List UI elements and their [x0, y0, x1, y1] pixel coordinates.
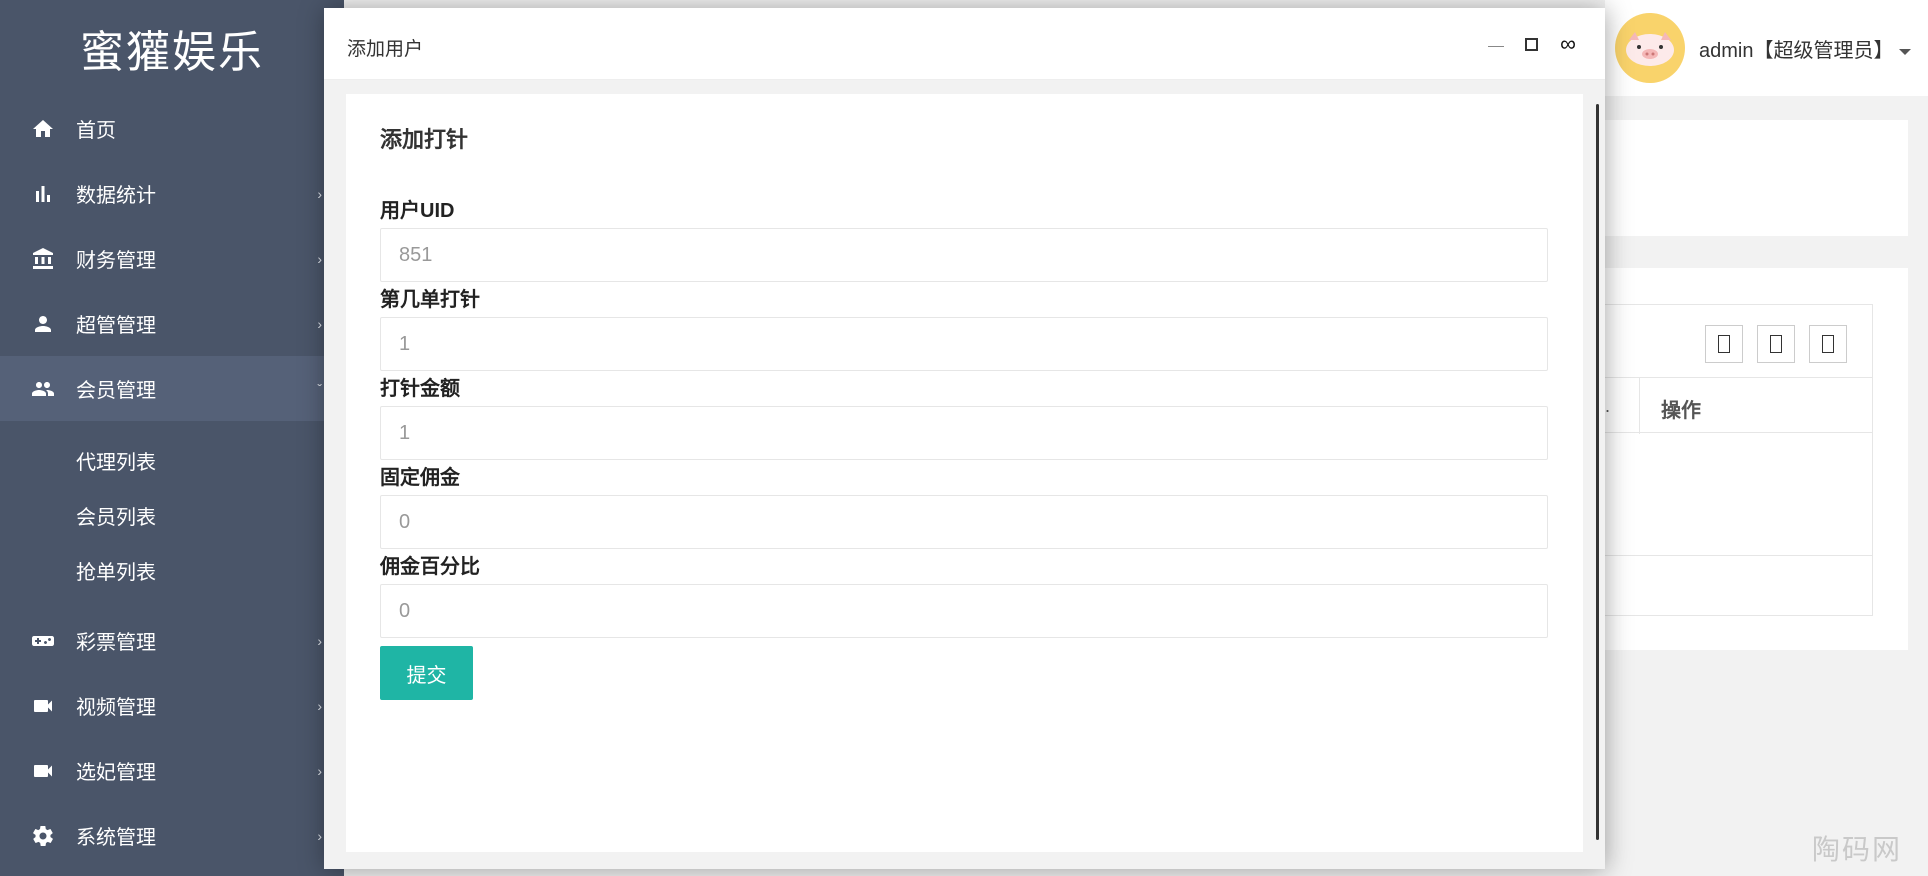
row-divider [1605, 555, 1873, 556]
amount-label: 打针金额 [380, 378, 460, 400]
sidebar-item-label: 系统管理 [76, 827, 156, 849]
table-tool-button[interactable] [1705, 325, 1743, 363]
sidebar-subitem-member-list[interactable]: 会员列表 [0, 488, 344, 543]
gear-icon [30, 823, 56, 849]
members-submenu: 代理列表 会员列表 抢单列表 [0, 421, 344, 608]
sidebar-item-label: 数据统计 [76, 185, 156, 207]
table-tool-button[interactable] [1757, 325, 1795, 363]
uid-label: 用户UID [380, 200, 455, 222]
columns-icon [1718, 335, 1730, 353]
sidebar-item-super-admin[interactable]: 超管管理 › [0, 291, 344, 356]
chevron-right-icon: › [317, 697, 322, 714]
video-icon [30, 693, 56, 719]
form-card: 添加打针 用户UID 第几单打针 打针金额 固定佣金 佣金百分比 提交 [346, 94, 1583, 852]
order-number-label: 第几单打针 [380, 289, 480, 311]
table-header-row: . 操作 [1605, 377, 1873, 434]
sidebar-item-members[interactable]: 会员管理 ˇ [0, 356, 344, 421]
minimize-button[interactable] [1486, 34, 1506, 54]
amount-input[interactable] [380, 406, 1548, 460]
watermark: 陶码网 [1812, 833, 1903, 866]
dialog-title-bar[interactable]: 添加用户 ∞ [324, 8, 1605, 80]
sidebar-item-label: 彩票管理 [76, 632, 156, 654]
sidebar-item-label: 超管管理 [76, 315, 156, 337]
chevron-right-icon: › [317, 827, 322, 844]
sidebar-item-label: 选妃管理 [76, 762, 156, 784]
chevron-right-icon: › [317, 632, 322, 649]
people-icon [30, 376, 56, 402]
sidebar-item-concubine[interactable]: 选妃管理 › [0, 738, 344, 803]
chevron-right-icon: › [317, 315, 322, 332]
add-user-dialog: 添加用户 ∞ 添加打针 用户UID 第几单打针 打针金额 固定佣金 佣金百分比 … [324, 8, 1605, 869]
person-icon [30, 311, 56, 337]
sidebar-item-videos[interactable]: 视频管理 › [0, 673, 344, 738]
home-icon [30, 116, 56, 142]
user-name-label: admin【超级管理员】 [1699, 40, 1894, 62]
sidebar-item-lottery[interactable]: 彩票管理 › [0, 608, 344, 673]
fixed-commission-input[interactable] [380, 495, 1548, 549]
print-icon [1822, 335, 1834, 353]
table-header-actions: 操作 [1661, 400, 1701, 422]
sidebar-item-label: 首页 [76, 120, 116, 142]
submit-button[interactable]: 提交 [380, 646, 473, 700]
minimize-icon [1488, 45, 1504, 47]
video-icon [30, 758, 56, 784]
sidebar-item-label: 视频管理 [76, 697, 156, 719]
maximize-button[interactable] [1521, 34, 1541, 54]
chevron-right-icon: › [317, 185, 322, 202]
commission-percent-input[interactable] [380, 584, 1548, 638]
pig-face-icon [1626, 32, 1674, 66]
sidebar: 蜜獾娱乐 首页 数据统计 › 财务管理 › 超管管理 › 会员管理 ˇ 代理列表… [0, 0, 344, 876]
table-header-cell: . [1605, 396, 1611, 416]
bank-icon [30, 246, 56, 272]
close-button[interactable]: ∞ [1558, 31, 1578, 56]
background-card [1605, 120, 1908, 236]
sidebar-item-finance[interactable]: 财务管理 › [0, 226, 344, 291]
column-divider [1639, 378, 1640, 434]
bar-chart-icon [30, 181, 56, 207]
avatar[interactable] [1615, 13, 1685, 83]
user-menu[interactable]: admin【超级管理员】 [1699, 34, 1912, 63]
gamepad-icon [30, 628, 56, 654]
table-tool-button[interactable] [1809, 325, 1847, 363]
sidebar-subitem-order-list[interactable]: 抢单列表 [0, 543, 344, 598]
sidebar-item-home[interactable]: 首页 [0, 96, 344, 161]
chevron-down-icon: ˇ [317, 380, 322, 397]
scrollbar[interactable] [1596, 104, 1599, 840]
form-heading: 添加打针 [380, 127, 469, 152]
uid-input[interactable] [380, 228, 1548, 282]
sidebar-item-system[interactable]: 系统管理 › [0, 803, 344, 868]
dialog-body: 添加打针 用户UID 第几单打针 打针金额 固定佣金 佣金百分比 提交 [324, 80, 1605, 869]
order-number-input[interactable] [380, 317, 1548, 371]
app-logo: 蜜獾娱乐 [80, 27, 264, 78]
chevron-right-icon: › [317, 250, 322, 267]
maximize-icon [1524, 37, 1538, 51]
dialog-title: 添加用户 [347, 39, 424, 60]
sidebar-item-statistics[interactable]: 数据统计 › [0, 161, 344, 226]
top-header: admin【超级管理员】 [1605, 0, 1928, 96]
background-table: . 操作 [1605, 304, 1873, 616]
caret-down-icon [1899, 48, 1912, 55]
sidebar-item-label: 会员管理 [76, 380, 156, 402]
export-icon [1770, 335, 1782, 353]
sidebar-item-label: 财务管理 [76, 250, 156, 272]
chevron-right-icon: › [317, 762, 322, 779]
sidebar-subitem-agent-list[interactable]: 代理列表 [0, 433, 344, 488]
fixed-commission-label: 固定佣金 [380, 467, 460, 489]
commission-percent-label: 佣金百分比 [380, 556, 480, 578]
